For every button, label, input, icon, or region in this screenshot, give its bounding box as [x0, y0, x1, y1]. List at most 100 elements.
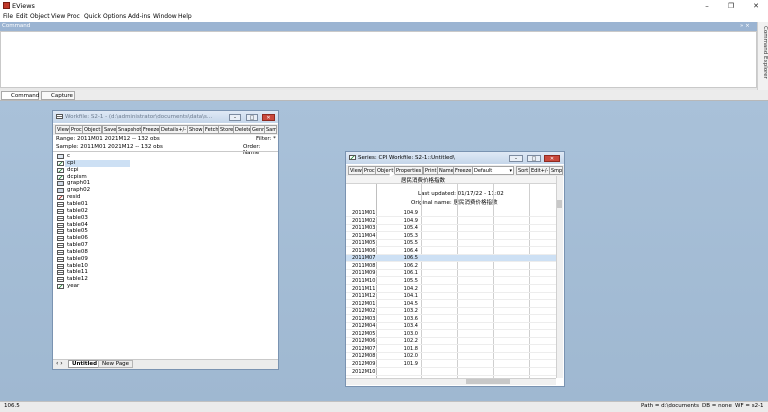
table-row[interactable]: 2012M05 103.0: [346, 331, 556, 338]
table-row[interactable]: 2012M01 104.5: [346, 301, 556, 308]
workfile-object-cpi[interactable]: cpi: [67, 160, 75, 166]
table-row[interactable]: 2011M10 105.5: [346, 278, 556, 285]
workfile-minimize-button[interactable]: –: [229, 114, 241, 121]
workfile-object-table06[interactable]: table06: [67, 235, 88, 241]
workfile-object-graph02[interactable]: graph02: [67, 187, 90, 193]
series-close-button[interactable]: ✕: [544, 155, 560, 162]
workfile-object-dcpi[interactable]: dcpi: [67, 167, 79, 173]
wf-range-text[interactable]: Range: 2011M01 2021M12 -- 132 obs: [56, 136, 160, 142]
row-value[interactable]: 106.2: [392, 263, 418, 269]
workfile-object-year[interactable]: year: [67, 283, 79, 289]
row-value[interactable]: 106.5: [392, 255, 418, 261]
row-value[interactable]: 104.2: [392, 286, 418, 292]
wf-details-button[interactable]: Details+/-: [159, 125, 189, 134]
workfile-object-c[interactable]: c: [67, 153, 70, 159]
tab-capture[interactable]: Capture: [41, 91, 75, 100]
menu-edit[interactable]: Edit: [16, 13, 28, 20]
menu-view[interactable]: View: [51, 13, 65, 20]
table-row[interactable]: 2011M07 106.5: [346, 255, 556, 263]
table-row[interactable]: 2011M12 104.1: [346, 293, 556, 301]
command-explorer-label[interactable]: Command Explorer: [757, 26, 768, 86]
restore-icon[interactable]: ❐: [724, 1, 738, 11]
workfile-close-button[interactable]: ✕: [262, 114, 275, 121]
wf-object-button[interactable]: Object: [82, 125, 103, 134]
row-value[interactable]: 102.2: [392, 338, 418, 344]
row-value[interactable]: 103.6: [392, 316, 418, 322]
workfile-maximize-button[interactable]: □: [246, 114, 258, 121]
workfile-object-table02[interactable]: table02: [67, 208, 88, 214]
workfile-object-table03[interactable]: table03: [67, 215, 88, 221]
wf-tab-untitled[interactable]: Untitled: [68, 360, 102, 368]
table-row[interactable]: 2011M05 105.5: [346, 240, 556, 248]
table-row[interactable]: 2012M02 103.2: [346, 308, 556, 316]
workfile-object-table10[interactable]: table10: [67, 263, 88, 269]
table-row[interactable]: 2011M11 104.2: [346, 286, 556, 293]
series-maximize-button[interactable]: □: [527, 155, 541, 162]
close-icon[interactable]: ✕: [749, 1, 763, 11]
table-row[interactable]: 2011M02 104.9: [346, 218, 556, 225]
table-row[interactable]: 2012M10: [346, 369, 556, 376]
workfile-object-table11[interactable]: table11: [67, 269, 88, 275]
row-value[interactable]: 106.1: [392, 270, 418, 276]
workfile-object-table07[interactable]: table07: [67, 242, 88, 248]
wf-samp-button[interactable]: Samp: [264, 125, 277, 134]
horizontal-scroll-thumb[interactable]: [466, 379, 510, 384]
table-row[interactable]: 2011M01 104.9: [346, 210, 556, 217]
table-row[interactable]: 2011M03 105.4: [346, 225, 556, 233]
menu-quick[interactable]: Quick: [84, 13, 101, 20]
row-value[interactable]: 104.9: [392, 218, 418, 224]
row-value[interactable]: 104.5: [392, 301, 418, 307]
menu-object[interactable]: Object: [30, 13, 50, 20]
wf-show-button[interactable]: Show: [187, 125, 205, 134]
vertical-scroll-thumb[interactable]: [557, 200, 562, 208]
wf-sample-text[interactable]: Sample: 2011M01 2021M12 -- 132 obs: [56, 144, 163, 150]
workfile-object-dcpism[interactable]: dcpism: [67, 174, 87, 180]
row-value[interactable]: 105.3: [392, 233, 418, 239]
series-display-select[interactable]: Default ▾: [472, 166, 514, 175]
series-minimize-button[interactable]: –: [509, 155, 523, 162]
table-row[interactable]: 2012M08 102.0: [346, 353, 556, 361]
series-smpl-button[interactable]: Smpl: [549, 166, 563, 175]
table-row[interactable]: 2011M04 105.3: [346, 233, 556, 240]
menu-options[interactable]: Options: [103, 13, 126, 20]
table-row[interactable]: 2011M09 106.1: [346, 270, 556, 278]
workfile-object-table05[interactable]: table05: [67, 228, 88, 234]
workfile-object-table01[interactable]: table01: [67, 201, 88, 207]
table-row[interactable]: 2011M08 106.2: [346, 263, 556, 270]
table-row[interactable]: 2012M09 101.9: [346, 361, 556, 368]
row-value[interactable]: 101.8: [392, 346, 418, 352]
workfile-object-table09[interactable]: table09: [67, 256, 88, 262]
row-value[interactable]: 104.9: [392, 210, 418, 216]
row-value[interactable]: 102.0: [392, 353, 418, 359]
row-value[interactable]: 101.9: [392, 361, 418, 367]
table-row[interactable]: 2012M04 103.4: [346, 323, 556, 331]
horizontal-scrollbar[interactable]: [346, 378, 556, 385]
table-row[interactable]: 2012M06 102.2: [346, 338, 556, 346]
menu-proc[interactable]: Proc: [67, 13, 80, 20]
status-wf[interactable]: WF = s2-1: [735, 403, 764, 409]
workfile-object-table12[interactable]: table12: [67, 276, 88, 282]
tab-command[interactable]: Command: [1, 91, 39, 100]
workfile-object-graph01[interactable]: graph01: [67, 180, 90, 186]
workfile-object-resid[interactable]: resid: [67, 194, 80, 200]
command-input[interactable]: [0, 31, 757, 88]
status-path[interactable]: Path = d:\documents: [641, 403, 699, 409]
command-pin-close[interactable]: » ×: [740, 23, 750, 29]
series-freeze-button[interactable]: Freeze: [453, 166, 474, 175]
menu-window[interactable]: Window: [153, 13, 177, 20]
table-row[interactable]: 2012M07 101.8: [346, 346, 556, 353]
series-edit-button[interactable]: Edit+/-: [529, 166, 551, 175]
table-row[interactable]: 2012M03 103.6: [346, 316, 556, 323]
row-value[interactable]: 105.4: [392, 225, 418, 231]
menu-help[interactable]: Help: [178, 13, 192, 20]
row-value[interactable]: 105.5: [392, 240, 418, 246]
menu-file[interactable]: File: [3, 13, 13, 20]
row-value[interactable]: 103.4: [392, 323, 418, 329]
row-value[interactable]: 106.4: [392, 248, 418, 254]
series-properties-button[interactable]: Properties: [394, 166, 424, 175]
wf-page-nav-icon[interactable]: ‹ ›: [56, 360, 63, 367]
row-value[interactable]: 103.2: [392, 308, 418, 314]
status-db[interactable]: DB = none: [702, 403, 732, 409]
workfile-object-table08[interactable]: table08: [67, 249, 88, 255]
workfile-object-table04[interactable]: table04: [67, 222, 88, 228]
